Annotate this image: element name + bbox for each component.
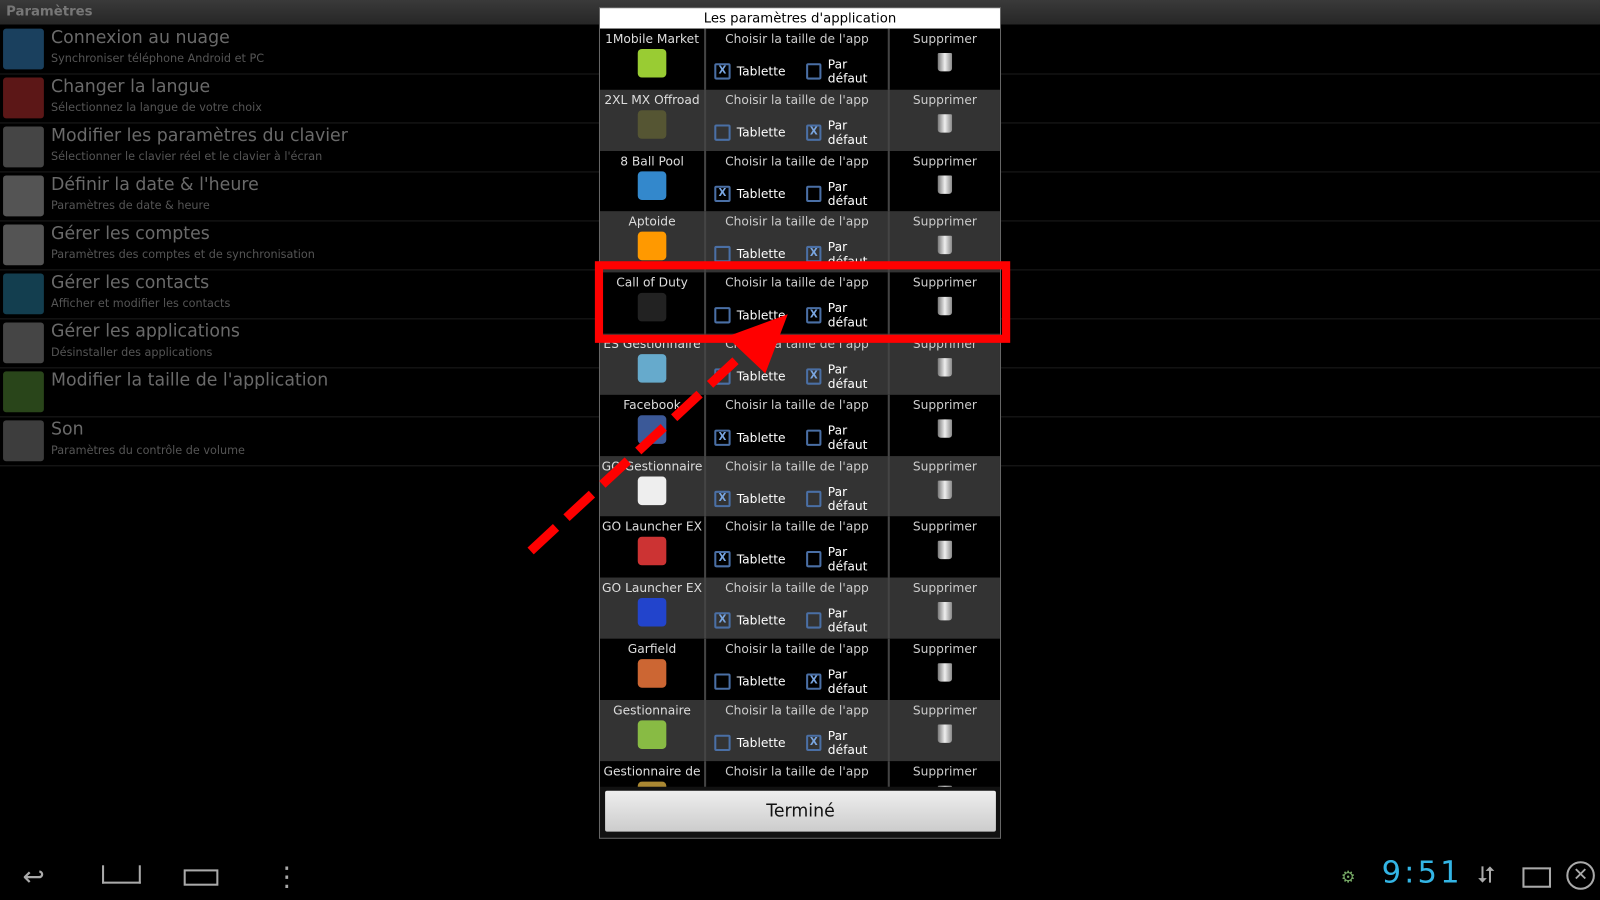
screen: Paramètres Connexion au nuage Synchronis… [0,0,1600,900]
arrow-shaft [527,348,749,555]
resize-window-icon[interactable] [1522,867,1552,888]
android-debug-icon: ⚙ [1340,867,1356,887]
share-icon[interactable]: ⮃ [1478,863,1496,889]
menu-icon[interactable]: ⋮ [273,862,300,893]
annotation-arrow [527,314,788,555]
clock: 9:51 [1381,855,1463,891]
recent-apps-icon[interactable] [183,869,219,886]
home-icon[interactable] [102,865,141,884]
back-icon[interactable]: ↩ [22,862,44,893]
close-icon[interactable]: ✕ [1566,861,1595,890]
